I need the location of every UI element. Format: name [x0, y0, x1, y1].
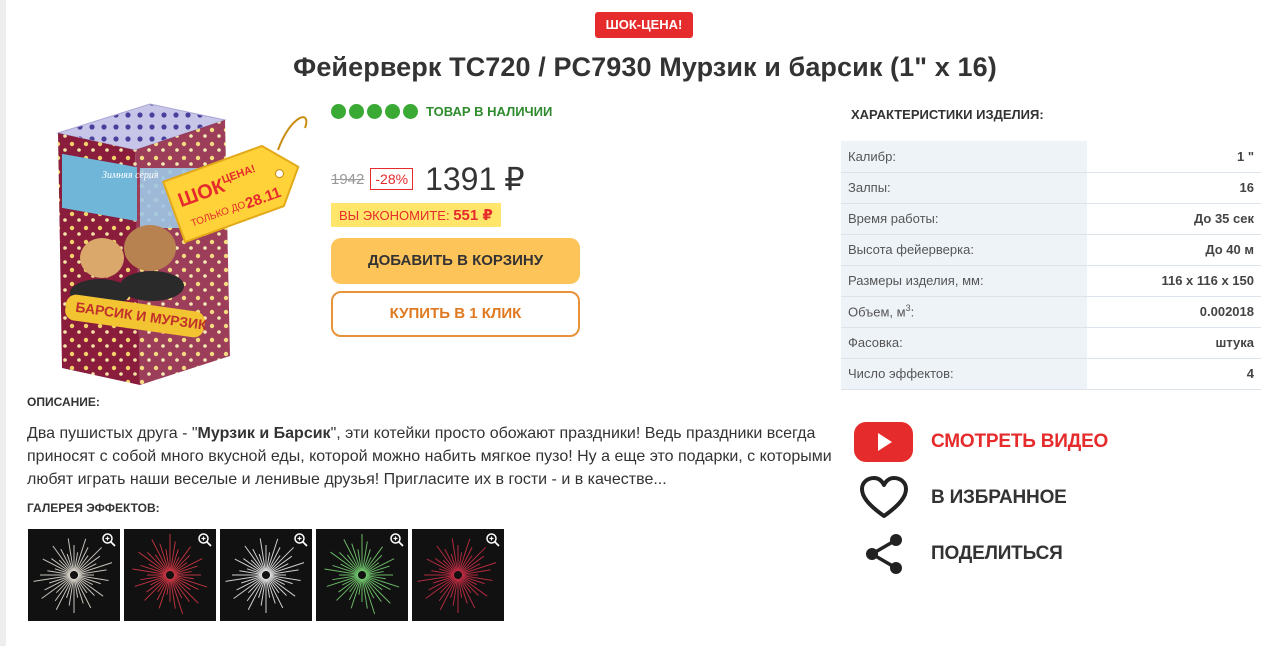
zoom-icon[interactable]	[197, 532, 213, 548]
stock-dot	[403, 104, 418, 119]
spec-value: 4	[1087, 358, 1261, 390]
heart-icon[interactable]	[853, 476, 915, 520]
spec-key-suffix: :	[910, 304, 915, 320]
add-to-cart-button[interactable]: ДОБАВИТЬ В КОРЗИНУ	[331, 238, 580, 284]
zoom-icon[interactable]	[389, 532, 405, 548]
spec-value: До 35 сек	[1087, 203, 1261, 235]
savings-banner: ВЫ ЭКОНОМИТЕ: 551 ₽	[331, 203, 501, 227]
description-text-bold: Мурзик и Барсик	[197, 425, 331, 442]
spec-key: Высота фейерверка:	[841, 234, 1087, 266]
spec-value: 1 "	[1087, 141, 1261, 173]
spec-value: 16	[1087, 172, 1261, 204]
spec-row: Фасовка: штука	[841, 327, 1261, 359]
gallery-thumbnail[interactable]	[316, 529, 408, 621]
zoom-icon[interactable]	[293, 532, 309, 548]
page-title: Фейерверк TC720 / PC7930 Мурзик и барсик…	[293, 52, 997, 82]
current-price: 1391 ₽	[425, 160, 525, 198]
product-image[interactable]: БАРСИК И МУРЗИК Зимняя серия ШОК ЦЕНА! Т…	[40, 98, 315, 388]
zoom-icon[interactable]	[101, 532, 117, 548]
share-icon[interactable]	[853, 532, 915, 576]
spec-key: Объем, м3:	[841, 296, 1087, 328]
spec-row: Калибр: 1 "	[841, 141, 1261, 173]
share-label[interactable]: ПОДЕЛИТЬСЯ	[931, 543, 1063, 565]
spec-row: Залпы: 16	[841, 172, 1261, 204]
spec-key: Время работы:	[841, 203, 1087, 235]
zoom-icon[interactable]	[485, 532, 501, 548]
stock-level-dots	[331, 104, 418, 119]
savings-label: ВЫ ЭКОНОМИТЕ:	[339, 208, 450, 223]
add-to-favorites-action[interactable]: В ИЗБРАННОЕ	[853, 476, 1067, 520]
share-action[interactable]: ПОДЕЛИТЬСЯ	[853, 532, 1063, 576]
page-left-border	[0, 0, 6, 646]
spec-key: Калибр:	[841, 141, 1087, 173]
spec-key-text: Объем, м	[848, 304, 906, 320]
specs-table: Калибр: 1 " Залпы: 16 Время работы: До 35 с…	[841, 141, 1261, 390]
description-text-start: Два пушистых друга - "	[27, 425, 198, 442]
description-text: Два пушистых друга - "Мурзик и Барсик", …	[27, 422, 837, 491]
gallery-title: ГАЛЕРЕЯ ЭФФЕКТОВ:	[27, 501, 160, 515]
spec-value: 116 x 116 x 150	[1087, 265, 1261, 297]
spec-key: Залпы:	[841, 172, 1087, 204]
gallery-thumbnail[interactable]	[28, 529, 120, 621]
spec-key: Фасовка:	[841, 327, 1087, 359]
brand-text: Зимняя серия	[102, 170, 159, 181]
current-price-value: 1391	[425, 161, 497, 197]
spec-value: штука	[1087, 327, 1261, 359]
spec-row: Высота фейерверка: До 40 м	[841, 234, 1261, 266]
favorites-label[interactable]: В ИЗБРАННОЕ	[931, 487, 1067, 509]
gallery-thumbnail[interactable]	[220, 529, 312, 621]
old-price: 1942	[331, 170, 365, 188]
spec-row: Время работы: До 35 сек	[841, 203, 1261, 235]
discount-badge: -28%	[370, 168, 414, 190]
price-row: 1942 -28% 1391 ₽	[331, 160, 525, 198]
spec-row: Число эффектов: 4	[841, 358, 1261, 390]
youtube-icon[interactable]	[853, 420, 915, 464]
buy-one-click-button[interactable]: КУПИТЬ В 1 КЛИК	[331, 291, 580, 337]
stock-dot	[367, 104, 382, 119]
stock-dot	[349, 104, 364, 119]
description-title: ОПИСАНИЕ:	[27, 395, 100, 409]
spec-row: Объем, м3: 0.002018	[841, 296, 1261, 328]
gallery-thumbnail[interactable]	[412, 529, 504, 621]
watch-video-label[interactable]: СМОТРЕТЬ ВИДЕО	[931, 431, 1108, 453]
savings-value: 551 ₽	[453, 207, 493, 224]
gallery-thumbnail[interactable]	[124, 529, 216, 621]
spec-key: Число эффектов:	[841, 358, 1087, 390]
currency-symbol: ₽	[504, 161, 525, 197]
shock-price-badge: ШОК-ЦЕНА!	[595, 12, 693, 38]
watch-video-action[interactable]: СМОТРЕТЬ ВИДЕО	[853, 420, 1108, 464]
stock-indicator: ТОВАР В НАЛИЧИИ	[331, 104, 552, 119]
stock-dot	[331, 104, 346, 119]
effects-gallery	[28, 529, 504, 621]
spec-value: До 40 м	[1087, 234, 1261, 266]
stock-dot	[385, 104, 400, 119]
spec-key: Размеры изделия, мм:	[841, 265, 1087, 297]
specs-title: ХАРАКТЕРИСТИКИ ИЗДЕЛИЯ:	[851, 107, 1044, 122]
stock-status-text: ТОВАР В НАЛИЧИИ	[426, 104, 553, 119]
spec-row: Размеры изделия, мм: 116 x 116 x 150	[841, 265, 1261, 297]
spec-value: 0.002018	[1087, 296, 1261, 328]
